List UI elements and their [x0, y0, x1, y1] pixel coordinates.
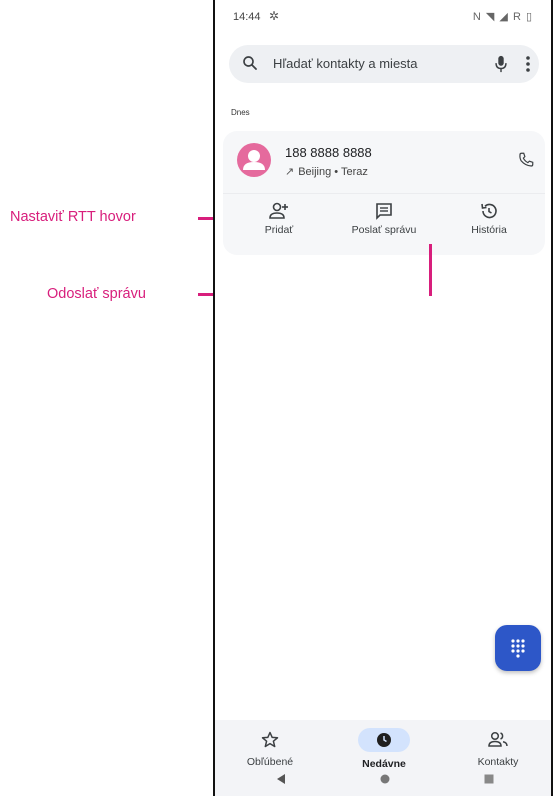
- history-icon: [481, 203, 497, 219]
- status-icons: N ◥ ◢ R ▯: [472, 11, 533, 23]
- settings-gear-icon: ✲: [269, 9, 280, 23]
- history-label: História: [471, 224, 507, 236]
- tab-favorites-label: Obľúbené: [246, 756, 294, 768]
- contacts-icon: [488, 731, 508, 747]
- message-icon: [376, 203, 392, 220]
- callout-message-line-v: [429, 244, 432, 296]
- microphone-icon[interactable]: [493, 55, 509, 73]
- call-detail: ↗ Beijing • Teraz: [285, 165, 368, 178]
- recent-call-card[interactable]: 188 8888 8888 ↗ Beijing • Teraz Pridať Po…: [223, 131, 545, 255]
- tab-favorites[interactable]: Obľúbené: [220, 730, 320, 768]
- add-contact-button[interactable]: Pridať: [229, 201, 329, 236]
- tab-contacts-label: Kontakty: [477, 756, 519, 768]
- callout-rtt-label: Nastaviť RTT hovor: [10, 209, 136, 225]
- call-detail-text: Beijing • Teraz: [298, 166, 368, 178]
- callout-message-label: Odoslať správu: [47, 286, 146, 302]
- back-icon: [277, 774, 285, 784]
- person-icon: [243, 150, 265, 170]
- phone-screen: 14:44 ✲ N ◥ ◢ R ▯ Hľadať kontakty a mies…: [213, 0, 553, 796]
- home-button[interactable]: [375, 772, 395, 790]
- send-message-button[interactable]: Poslať správu: [334, 201, 434, 236]
- status-time: 14:44: [233, 11, 261, 23]
- history-button[interactable]: História: [439, 201, 539, 236]
- search-bar[interactable]: Hľadať kontakty a miesta: [229, 45, 539, 83]
- avatar[interactable]: [237, 143, 271, 177]
- card-divider: [223, 193, 545, 194]
- overview-button[interactable]: [479, 772, 499, 790]
- clock-icon: [377, 733, 391, 747]
- bottom-navigation: Obľúbené Nedávne Kontakty: [215, 720, 551, 796]
- call-icon[interactable]: [517, 151, 535, 169]
- search-placeholder: Hľadať kontakty a miesta: [273, 56, 418, 71]
- send-message-label: Poslať správu: [351, 224, 417, 236]
- outgoing-call-icon: ↗: [285, 166, 295, 178]
- add-contact-label: Pridať: [264, 224, 294, 236]
- star-icon: [261, 731, 279, 748]
- section-label-today: Dnes: [231, 108, 250, 117]
- dialpad-button[interactable]: [495, 625, 541, 671]
- tab-contacts[interactable]: Kontakty: [448, 730, 548, 768]
- more-options-icon[interactable]: [525, 54, 531, 74]
- back-button[interactable]: [271, 772, 291, 790]
- search-icon: [243, 56, 257, 70]
- home-icon: [380, 774, 390, 784]
- tab-recents-label: Nedávne: [362, 758, 406, 770]
- caller-number: 188 8888 8888: [285, 145, 372, 160]
- active-indicator: [358, 728, 410, 752]
- add-person-icon: [269, 202, 288, 219]
- dialpad-icon: [511, 639, 525, 658]
- tab-recents[interactable]: Nedávne: [334, 728, 434, 770]
- status-bar: 14:44 ✲ N ◥ ◢ R ▯: [215, 0, 551, 34]
- overview-icon: [484, 774, 494, 784]
